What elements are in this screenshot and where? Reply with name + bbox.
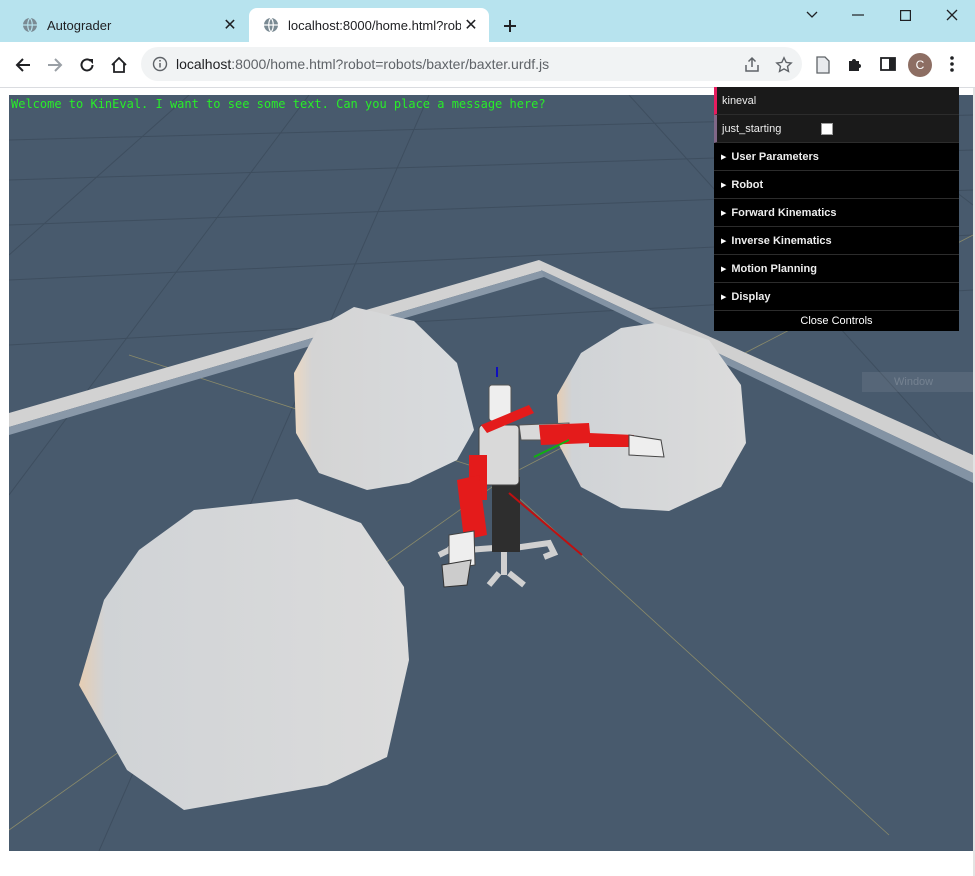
info-icon[interactable] (152, 56, 168, 72)
home-icon (111, 56, 127, 73)
just-starting-checkbox[interactable] (821, 122, 833, 135)
url-path: :8000/home.html?robot=robots/baxter/baxt… (231, 56, 550, 72)
caret-right-icon: ▶ (721, 153, 727, 161)
obstacle-sphere-1 (294, 307, 474, 490)
star-icon[interactable] (775, 56, 793, 74)
kineval-row[interactable]: kineval (714, 87, 959, 115)
new-tab-button[interactable] (498, 14, 522, 38)
puzzle-icon[interactable] (846, 55, 864, 73)
minimize-button[interactable] (835, 0, 881, 30)
globe-icon (23, 17, 37, 33)
caret-right-icon: ▶ (721, 237, 727, 245)
avatar[interactable]: C (908, 53, 932, 77)
title-bar: Autograder ✕ localhost:8000/home.html?ro… (0, 0, 975, 42)
arrow-right-icon (48, 58, 63, 72)
close-tab-icon[interactable]: ✕ (461, 15, 481, 35)
folder-forward-kinematics[interactable]: ▶ Forward Kinematics (714, 199, 959, 227)
controls-panel: kineval just_starting ▶ User Parameters … (714, 87, 959, 331)
just-starting-row[interactable]: just_starting (714, 115, 959, 143)
obstacle-sphere-3 (79, 499, 409, 810)
folder-robot[interactable]: ▶ Robot (714, 171, 959, 199)
maximize-button[interactable] (882, 0, 928, 30)
url-text: localhost:8000/home.html?robot=robots/ba… (176, 56, 802, 72)
caret-right-icon: ▶ (721, 209, 727, 217)
avatar-initial: C (915, 58, 925, 72)
side-panel-icon[interactable] (879, 55, 897, 73)
chevron-down-icon (806, 11, 818, 18)
faded-window-label: Window (862, 372, 974, 392)
arrow-left-icon (15, 58, 30, 72)
caret-right-icon: ▶ (721, 293, 727, 301)
document-icon[interactable] (815, 56, 831, 74)
share-icon[interactable] (743, 56, 761, 74)
tab-title: Autograder (47, 17, 112, 33)
address-bar[interactable]: localhost:8000/home.html?robot=robots/ba… (141, 47, 802, 81)
folder-label: Robot (731, 178, 764, 191)
folder-label: Motion Planning (731, 262, 817, 275)
reload-icon (80, 58, 94, 72)
close-controls-button[interactable]: Close Controls (714, 311, 959, 331)
minimize-icon (852, 14, 864, 16)
folder-label: Inverse Kinematics (731, 234, 832, 247)
folder-user-parameters[interactable]: ▶ User Parameters (714, 143, 959, 171)
close-icon (946, 9, 958, 21)
back-button[interactable] (9, 51, 37, 79)
browser-toolbar: localhost:8000/home.html?robot=robots/ba… (0, 42, 975, 88)
plus-icon (504, 20, 516, 32)
forward-button[interactable] (41, 51, 69, 79)
maximize-icon (899, 9, 911, 21)
folder-inverse-kinematics[interactable]: ▶ Inverse Kinematics (714, 227, 959, 255)
folder-label: Forward Kinematics (731, 206, 837, 219)
folder-display[interactable]: ▶ Display (714, 283, 959, 311)
folder-motion-planning[interactable]: ▶ Motion Planning (714, 255, 959, 283)
caret-right-icon: ▶ (721, 265, 727, 273)
tab-title: localhost:8000/home.html?robot (288, 17, 461, 33)
folder-label: User Parameters (731, 150, 819, 163)
close-tab-icon[interactable]: ✕ (220, 15, 240, 35)
caret-right-icon: ▶ (721, 181, 727, 189)
tab-home[interactable]: localhost:8000/home.html?robot ✕ (249, 8, 489, 42)
kebab-menu-icon[interactable] (949, 55, 955, 73)
kineval-label: kineval (722, 94, 757, 107)
just-starting-label: just_starting (722, 122, 782, 135)
tab-autograder[interactable]: Autograder ✕ (8, 8, 248, 42)
globe-icon (264, 17, 278, 33)
tab-search-button[interactable] (789, 0, 835, 30)
url-host: localhost (176, 56, 232, 72)
home-button[interactable] (105, 51, 133, 79)
close-window-button[interactable] (929, 0, 975, 30)
status-message: Welcome to KinEval. I want to see some t… (11, 97, 546, 111)
folder-label: Display (731, 290, 771, 303)
reload-button[interactable] (73, 51, 101, 79)
